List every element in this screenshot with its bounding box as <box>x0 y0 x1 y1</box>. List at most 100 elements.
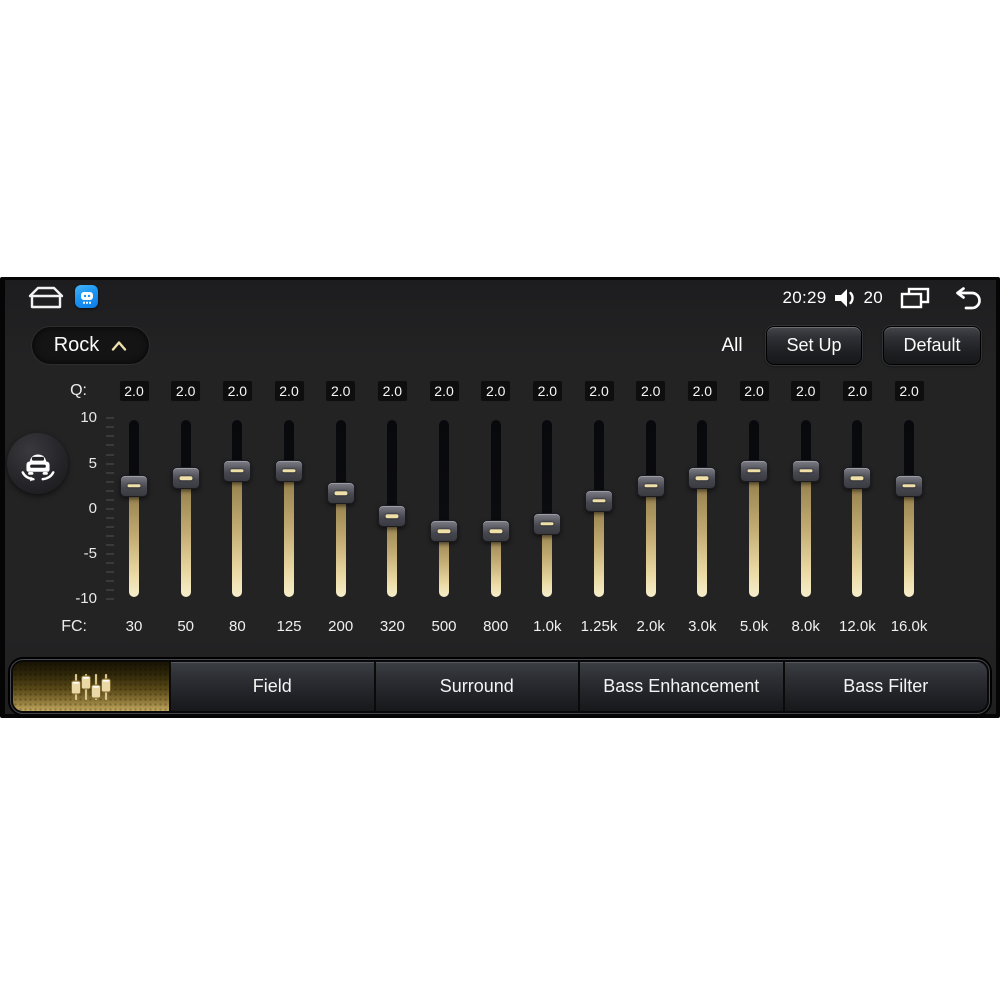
scale-tick-mark <box>106 471 114 474</box>
band-q-value[interactable]: 2.0 <box>841 380 873 402</box>
band-gain-slider[interactable] <box>786 420 826 597</box>
tab-equalizer[interactable] <box>13 662 169 711</box>
band-q-value[interactable]: 2.0 <box>531 380 563 402</box>
band-frequency-label: 200 <box>328 618 354 635</box>
slider-gold-fill <box>232 470 243 597</box>
band-gain-slider[interactable] <box>889 420 929 597</box>
slider-gold-fill <box>852 478 863 597</box>
slider-thumb[interactable] <box>378 505 407 528</box>
band-frequency-label: 320 <box>379 618 405 635</box>
band-q-value[interactable]: 2.0 <box>686 380 718 402</box>
tab-bass-enhancement[interactable]: Bass Enhancement <box>580 662 783 711</box>
slider-thumb[interactable] <box>585 489 614 512</box>
band-gain-slider[interactable] <box>527 420 567 597</box>
band-frequency-label: 5.0k <box>739 618 769 635</box>
band-gain-slider[interactable] <box>166 420 206 597</box>
bottom-tab-bar: Field Surround Bass Enhancement Bass Fil… <box>10 659 990 714</box>
slider-gold-fill <box>542 523 553 597</box>
band-gain-slider[interactable] <box>631 420 671 597</box>
band-gain-slider[interactable] <box>682 420 722 597</box>
slider-gold-fill <box>387 516 398 597</box>
thumb-dash <box>230 469 244 473</box>
slider-gold-fill <box>284 470 294 597</box>
band-q-value[interactable]: 2.0 <box>635 380 667 402</box>
slider-thumb[interactable] <box>120 474 148 497</box>
scale-tick-mark <box>106 426 114 429</box>
scale-tick-mark <box>106 544 114 546</box>
page: 20:29 20 Rock All Set Up Default Q: FC: … <box>0 0 1000 1000</box>
slider-thumb[interactable] <box>326 482 355 505</box>
tab-surround[interactable]: Surround <box>375 662 578 711</box>
scale-tick-mark <box>106 516 114 519</box>
band-q-value[interactable]: 2.0 <box>325 380 357 402</box>
slider-thumb[interactable] <box>791 459 820 482</box>
band-q-value[interactable]: 2.0 <box>221 380 253 402</box>
band-q-value[interactable]: 2.0 <box>790 380 822 402</box>
band-frequency-label: 1.0k <box>533 618 562 635</box>
scale-tick-mark <box>106 453 114 456</box>
thumb-dash <box>282 469 296 473</box>
band-q-value[interactable]: 2.0 <box>170 380 202 402</box>
band-q-value[interactable]: 2.0 <box>118 380 150 402</box>
scale-tick-mark <box>106 489 114 492</box>
eq-sliders-icon <box>71 673 111 700</box>
slider-thumb[interactable] <box>533 512 562 535</box>
slider-gold-fill <box>129 485 139 597</box>
equalizer-app: 20:29 20 Rock All Set Up Default Q: FC: … <box>5 280 996 714</box>
scale-tick-mark <box>106 498 114 501</box>
thumb-dash <box>644 484 658 488</box>
thumb-dash <box>695 476 709 481</box>
slider-thumb[interactable] <box>430 520 459 543</box>
band-gain-slider[interactable] <box>734 420 774 597</box>
band-frequency-label: 12.0k <box>839 618 876 635</box>
band-q-value[interactable]: 2.0 <box>583 380 615 402</box>
band-frequency-label: 16.0k <box>890 618 928 635</box>
scale-tick-mark <box>106 462 114 465</box>
tab-field[interactable]: Field <box>171 662 374 711</box>
scale-tick-mark <box>106 435 114 438</box>
slider-thumb[interactable] <box>171 467 200 490</box>
band-frequency-label: 8.0k <box>791 618 820 635</box>
band-q-value[interactable]: 2.0 <box>480 380 512 402</box>
band-q-value[interactable]: 2.0 <box>273 380 305 402</box>
gain-scale-label: 10 <box>80 409 97 427</box>
slider-thumb[interactable] <box>688 467 717 490</box>
slider-thumb[interactable] <box>895 474 924 497</box>
tab-bass-filter[interactable]: Bass Filter <box>784 662 987 711</box>
band-gain-slider[interactable] <box>476 420 516 597</box>
thumb-dash <box>902 484 916 488</box>
slider-thumb[interactable] <box>223 459 252 482</box>
band-gain-slider[interactable] <box>114 420 154 597</box>
equalizer-bands: 10 5 0 -5 -10 2.0 30 2.0 50 2.0 80 2.0 125 2.0 200 2.0 3… <box>5 280 996 714</box>
thumb-dash <box>385 514 399 518</box>
band-gain-slider[interactable] <box>269 420 309 597</box>
band-gain-slider[interactable] <box>579 420 619 597</box>
thumb-dash <box>850 476 864 481</box>
band-gain-slider[interactable] <box>217 420 257 597</box>
band-gain-slider[interactable] <box>321 420 361 597</box>
slider-thumb[interactable] <box>843 467 872 490</box>
band-q-value[interactable]: 2.0 <box>376 380 408 402</box>
slider-thumb[interactable] <box>740 459 769 482</box>
scale-tick-mark <box>106 580 114 583</box>
thumb-dash <box>334 491 348 496</box>
slider-thumb[interactable] <box>636 474 665 497</box>
scale-tick-mark <box>106 444 114 447</box>
slider-thumb[interactable] <box>481 520 510 543</box>
band-q-value[interactable]: 2.0 <box>893 380 925 402</box>
band-frequency-label: 50 <box>177 618 194 635</box>
slider-gold-fill <box>645 485 656 597</box>
thumb-dash <box>592 499 606 503</box>
band-gain-slider[interactable] <box>424 420 464 597</box>
band-q-value[interactable]: 2.0 <box>738 380 770 402</box>
band-q-value[interactable]: 2.0 <box>428 380 460 402</box>
thumb-dash <box>437 529 451 533</box>
scale-tick-mark <box>106 417 114 420</box>
band-gain-slider[interactable] <box>372 420 412 597</box>
band-frequency-label: 2.0k <box>636 618 665 635</box>
thumb-dash <box>179 476 193 481</box>
slider-thumb[interactable] <box>275 459 303 482</box>
scale-tick-mark <box>106 598 114 601</box>
slider-gold-fill <box>180 478 191 597</box>
band-gain-slider[interactable] <box>837 420 877 597</box>
